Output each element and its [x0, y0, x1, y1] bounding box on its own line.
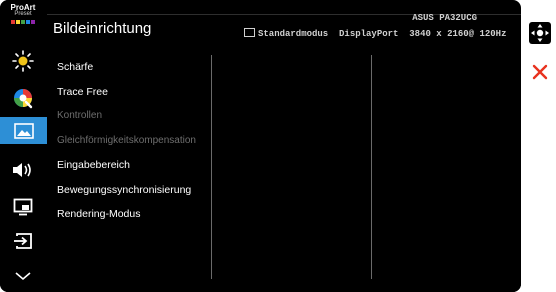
sidebar-item-pip[interactable]	[6, 194, 40, 220]
sidebar-item-color[interactable]	[6, 85, 40, 111]
logo-color-bars	[6, 20, 40, 24]
logo-line2: Preset	[14, 11, 32, 17]
osd-window: ProArt Preset Bildeinrichtung ASUS PA32U…	[0, 0, 521, 292]
menu-item-motion-sync[interactable]: Bewegungssynchronisierung	[57, 184, 196, 209]
sidebar-item-image[interactable]	[0, 117, 47, 144]
sidebar-item-input-select[interactable]	[6, 228, 40, 254]
input-select-icon	[14, 233, 32, 249]
page-title: Bildeinrichtung	[53, 20, 152, 37]
menu-item-trace-free[interactable]: Trace Free	[57, 86, 196, 111]
monitor-model: ASUS PA32UCG	[412, 13, 477, 23]
proart-preset-logo[interactable]: ProArt Preset	[6, 4, 40, 24]
status-resolution: 3840 x 2160@ 120Hz	[409, 29, 507, 39]
monitor-icon	[244, 28, 255, 37]
pip-icon	[13, 198, 33, 216]
dpad-icon	[531, 24, 549, 42]
logo-line1: ProArt	[10, 3, 36, 12]
column-divider	[371, 55, 372, 279]
menu-item-label: Rendering-Modus	[57, 208, 141, 220]
color-icon	[14, 89, 33, 109]
sidebar-item-sound[interactable]	[6, 157, 40, 183]
menu-item-label: Eingabebereich	[57, 159, 130, 171]
column-divider	[211, 55, 212, 279]
close-icon	[532, 64, 548, 80]
close-button[interactable]	[531, 63, 549, 81]
sound-icon	[13, 163, 31, 177]
status-input: DisplayPort	[339, 29, 399, 39]
image-icon	[13, 122, 34, 139]
status-mode: Standardmodus	[258, 29, 329, 39]
menu-item-controls: Kontrollen	[57, 110, 196, 135]
menu-item-input-range[interactable]: Eingabebereich	[57, 159, 196, 184]
sidebar-scroll-down[interactable]	[6, 263, 40, 289]
menu-item-label: Gleichförmigkeitskompensation	[57, 134, 196, 146]
navigate-button[interactable]	[529, 22, 551, 44]
menu-item-sharpness[interactable]: Schärfe	[57, 61, 196, 86]
chevron-down-icon	[15, 272, 31, 281]
status-bar: Standardmodus DisplayPort 3840 x 2160@ 1…	[244, 28, 506, 39]
menu-item-label: Kontrollen	[57, 110, 103, 121]
menu-list: Schärfe Trace Free Kontrollen Gleichförm…	[57, 61, 196, 233]
blue-light-icon	[12, 50, 34, 72]
sidebar-item-blue-light[interactable]	[6, 48, 40, 74]
menu-item-uniformity-compensation: Gleichförmigkeitskompensation	[57, 135, 196, 160]
menu-item-label: Trace Free	[57, 85, 108, 98]
menu-item-rendering-mode[interactable]: Rendering-Modus	[57, 208, 196, 233]
sidebar: ProArt Preset	[0, 0, 47, 292]
menu-item-label: Schärfe	[57, 61, 94, 73]
menu-item-label: Bewegungssynchronisierung	[57, 183, 192, 196]
